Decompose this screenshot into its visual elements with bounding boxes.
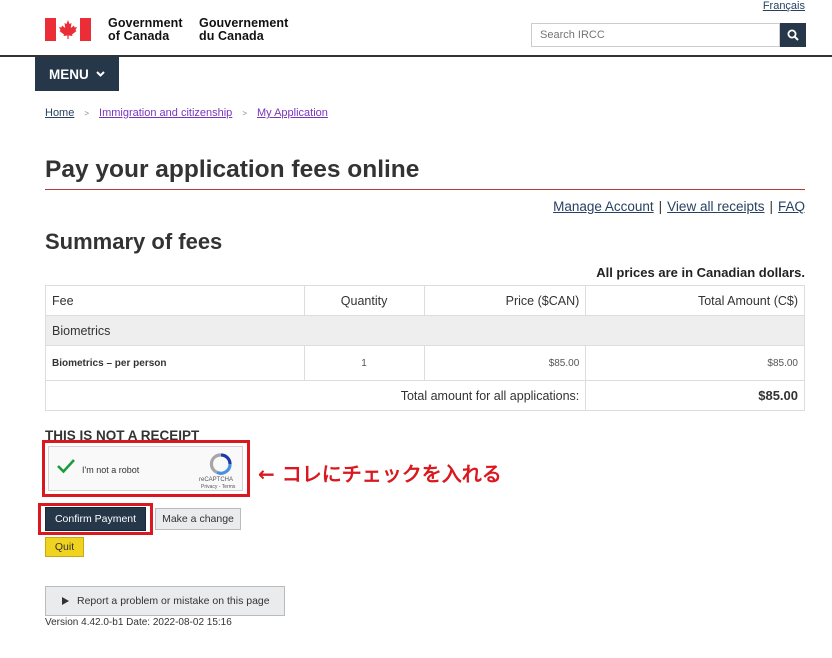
total-amount: $85.00: [585, 380, 805, 411]
total-label: Total amount for all applications:: [44, 380, 587, 411]
breadcrumb-immigration[interactable]: Immigration and citizenship: [99, 107, 232, 119]
manage-account-link[interactable]: Manage Account: [553, 199, 654, 214]
report-problem-button[interactable]: Report a problem or mistake on this page: [45, 586, 285, 616]
breadcrumb: Home > Immigration and citizenship > My …: [45, 107, 328, 119]
faq-link[interactable]: FAQ: [778, 199, 805, 214]
table-header-row: Fee Quantity Price ($CAN) Total Amount (…: [45, 285, 805, 316]
search-button[interactable]: [780, 23, 806, 47]
search-input[interactable]: [531, 23, 780, 47]
column-header-price: Price ($CAN): [423, 285, 587, 316]
fee-price: $85.00: [423, 345, 587, 381]
breadcrumb-my-application[interactable]: My Application: [257, 107, 328, 119]
menu-label: MENU: [49, 66, 89, 82]
column-header-fee: Fee: [45, 285, 305, 316]
title-underline: [45, 189, 805, 190]
canada-flag-logo: [45, 18, 91, 41]
account-links: Manage Account | View all receipts | FAQ: [553, 199, 805, 214]
menu-button[interactable]: MENU: [35, 57, 119, 91]
fees-table: Fee Quantity Price ($CAN) Total Amount (…: [44, 285, 805, 411]
breadcrumb-separator-icon: >: [242, 108, 247, 118]
breadcrumb-separator-icon: >: [84, 108, 90, 118]
column-header-quantity: Quantity: [303, 285, 425, 316]
report-problem-label: Report a problem or mistake on this page: [77, 595, 270, 607]
column-header-total: Total Amount (C$): [585, 285, 805, 316]
highlight-box-confirm: [38, 503, 153, 535]
government-signature-fr: Gouvernement du Canada: [199, 16, 289, 43]
version-info: Version 4.42.0-b1 Date: 2022-08-02 15:16: [45, 617, 232, 628]
triangle-right-icon: [62, 597, 69, 605]
page-title: Pay your application fees online: [45, 156, 420, 183]
summary-title: Summary of fees: [45, 229, 223, 254]
group-label: Biometrics: [45, 315, 805, 346]
breadcrumb-home[interactable]: Home: [45, 107, 74, 119]
make-change-button[interactable]: Make a change: [155, 508, 241, 530]
chevron-down-icon: [96, 71, 105, 77]
highlight-box-recaptcha: [42, 440, 250, 497]
maple-leaf-icon: [59, 20, 77, 39]
header-divider: [0, 55, 832, 57]
quit-button[interactable]: Quit: [45, 537, 84, 557]
government-signature-en: Government of Canada: [108, 16, 183, 43]
table-total-row: Total amount for all applications: $85.0…: [44, 380, 805, 411]
fee-total: $85.00: [585, 345, 805, 381]
table-group-row: Biometrics: [45, 315, 805, 346]
language-toggle-link[interactable]: Français: [763, 0, 805, 12]
fee-name: Biometrics – per person: [45, 345, 305, 381]
table-row: Biometrics – per person 1 $85.00 $85.00: [45, 345, 805, 381]
view-receipts-link[interactable]: View all receipts: [667, 199, 764, 214]
currency-note: All prices are in Canadian dollars.: [596, 265, 805, 280]
annotation-text: ← コレにチェックを入れる: [258, 462, 502, 486]
search-icon: [787, 29, 799, 41]
fee-quantity: 1: [303, 345, 425, 381]
